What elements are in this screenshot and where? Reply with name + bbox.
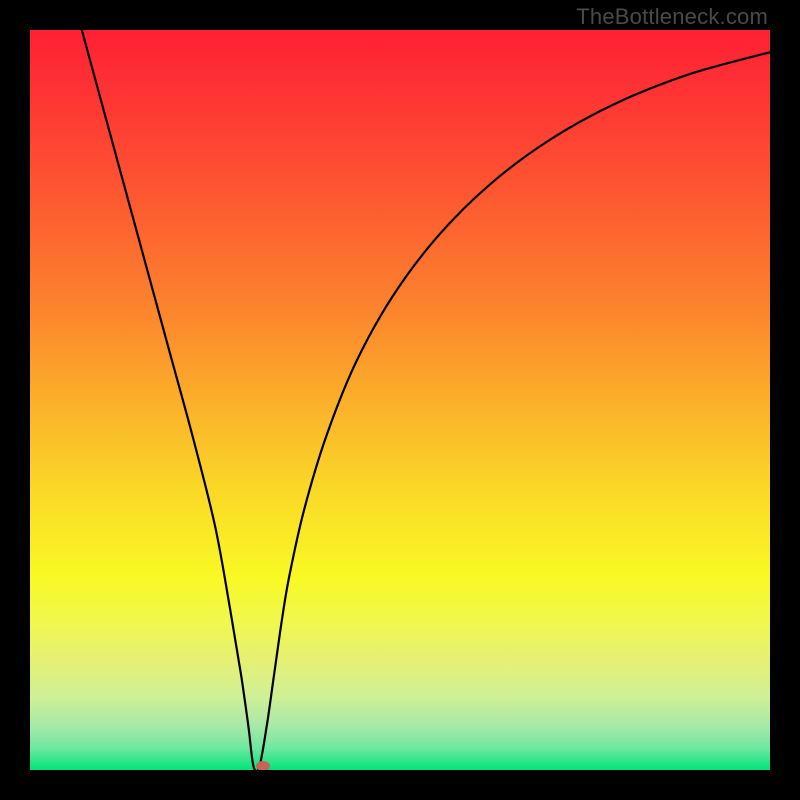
bottleneck-curve: [82, 30, 770, 770]
plot-area: [30, 30, 770, 770]
watermark-text: TheBottleneck.com: [576, 4, 768, 30]
optimal-point-marker: [256, 761, 270, 770]
curve-layer: [30, 30, 770, 770]
chart-canvas: TheBottleneck.com: [0, 0, 800, 800]
